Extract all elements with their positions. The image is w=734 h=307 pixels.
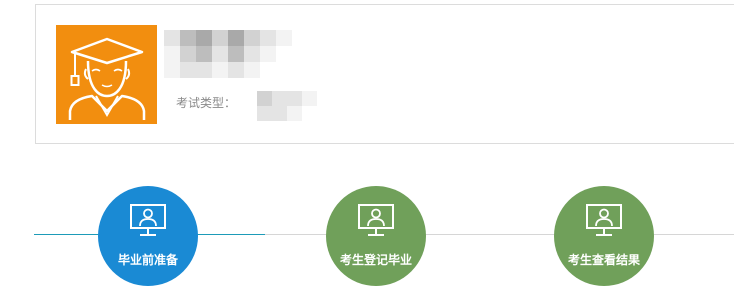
exam-type-value-redacted: [257, 91, 317, 121]
step-register-graduation[interactable]: 考生登记毕业: [326, 186, 426, 286]
step-label: 考生登记毕业: [339, 253, 412, 267]
graduate-avatar-icon: [56, 25, 157, 124]
step-graduation-preparation[interactable]: 毕业前准备: [98, 186, 198, 286]
monitor-user-icon: [585, 203, 623, 237]
step-view-results[interactable]: 考生查看结果: [554, 186, 654, 286]
exam-type-label: 考试类型：: [176, 96, 237, 110]
step-label: 考生查看结果: [567, 253, 640, 267]
student-name-redacted: [164, 30, 292, 78]
monitor-user-icon: [357, 203, 395, 237]
step-label: 毕业前准备: [117, 253, 178, 267]
profile-card: 考试类型：: [35, 4, 734, 144]
monitor-user-icon: [129, 203, 167, 237]
